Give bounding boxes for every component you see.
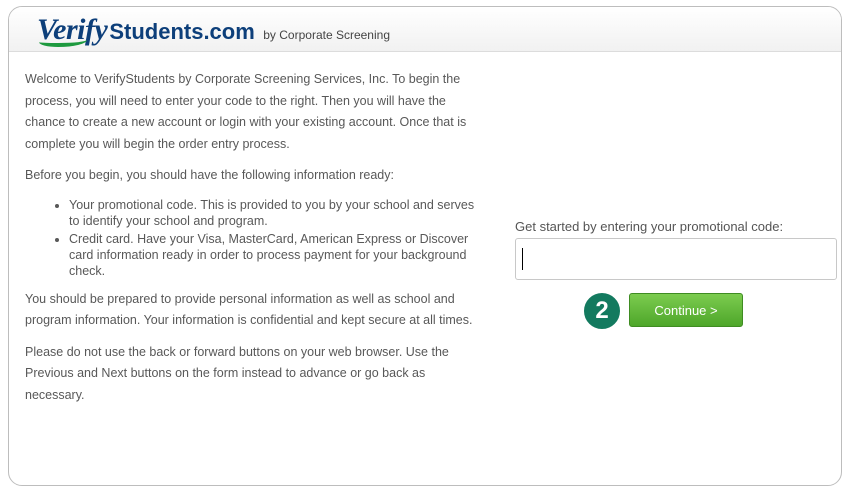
promo-code-input[interactable] xyxy=(515,238,837,280)
intro-text: Welcome to VerifyStudents by Corporate S… xyxy=(25,69,485,416)
promo-code-label: Get started by entering your promotional… xyxy=(515,219,784,234)
logo-byline: by Corporate Screening xyxy=(263,28,390,42)
intro-paragraph-3: You should be prepared to provide person… xyxy=(25,291,473,328)
page-frame: Verify Students.com by Corporate Screenin… xyxy=(8,6,842,486)
continue-button[interactable]: Continue > xyxy=(629,293,743,327)
logo-students-text: Students.com xyxy=(109,19,255,44)
intro-paragraph-1: Welcome to VerifyStudents by Corporate S… xyxy=(25,72,467,151)
intro-paragraph-4: Please do not use the back or forward bu… xyxy=(25,344,449,402)
list-item: Your promotional code. This is provided … xyxy=(69,197,485,229)
text-caret xyxy=(522,248,523,270)
step-number-badge: 2 xyxy=(581,290,623,332)
logo-verify-text: Verify xyxy=(37,13,108,47)
header: Verify Students.com by Corporate Screenin… xyxy=(9,7,841,52)
intro-paragraph-2: Before you begin, you should have the fo… xyxy=(25,168,394,182)
promo-panel: Get started by entering your promotional… xyxy=(515,219,839,332)
requirements-list: Your promotional code. This is provided … xyxy=(25,197,485,279)
site-logo[interactable]: Verify Students.com by Corporate Screenin… xyxy=(37,13,390,47)
list-item: Credit card. Have your Visa, MasterCard,… xyxy=(69,231,485,279)
